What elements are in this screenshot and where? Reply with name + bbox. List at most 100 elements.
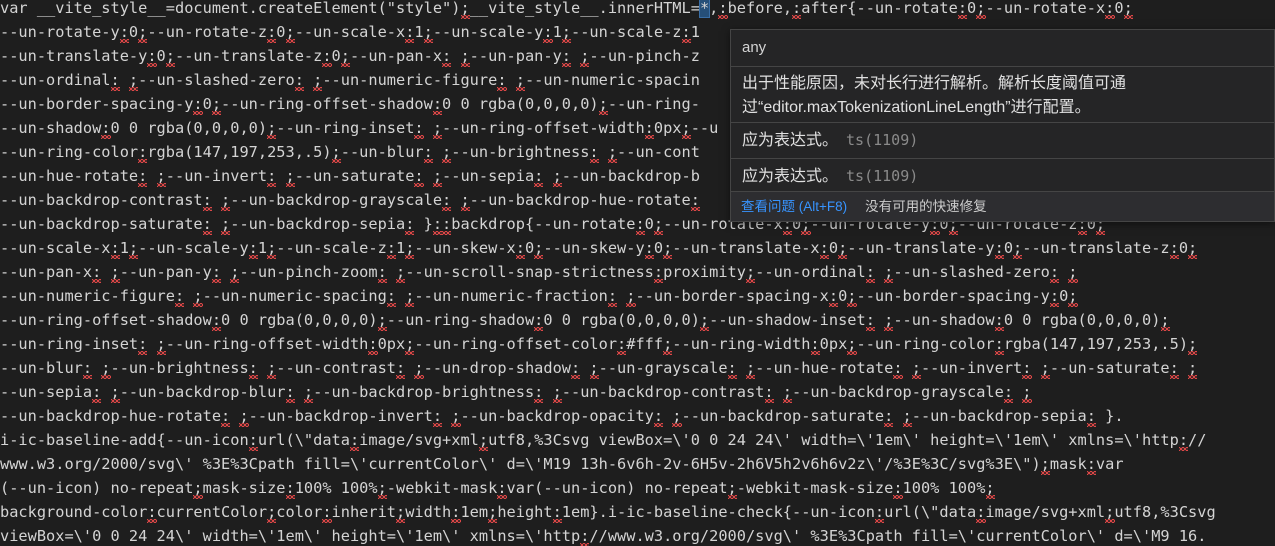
error-squiggle xyxy=(128,87,139,91)
error-squiggle xyxy=(948,231,958,235)
code-line[interactable]: --un-numeric-figure: ;--un-numeric-spaci… xyxy=(0,284,1078,308)
error-squiggle xyxy=(221,231,231,235)
error-squiggle xyxy=(322,63,332,67)
error-squiggle xyxy=(110,87,120,91)
error-squiggle xyxy=(432,111,443,115)
error-squiggle xyxy=(1086,471,1097,475)
error-squiggle xyxy=(598,111,608,115)
error-squiggle xyxy=(764,399,774,403)
error-squiggle xyxy=(230,279,240,283)
error-squiggle xyxy=(405,351,415,355)
error-squiggle xyxy=(1050,303,1060,307)
error-squiggle xyxy=(267,519,277,523)
error-squiggle xyxy=(285,39,295,43)
error-squiggle xyxy=(221,423,231,427)
code-line[interactable]: --un-backdrop-contrast: ;--un-backdrop-g… xyxy=(0,188,700,212)
error-squiggle xyxy=(847,351,857,355)
error-squiggle xyxy=(552,519,562,523)
error-squiggle xyxy=(101,375,111,379)
error-squiggle xyxy=(534,183,544,187)
error-squiggle xyxy=(432,423,443,427)
hover-widget: any 出于性能原因，未对长行进行解析。解析长度阈值可通过“editor.max… xyxy=(730,29,1275,222)
error-squiggle xyxy=(994,255,1004,259)
error-squiggle xyxy=(414,375,424,379)
code-line[interactable]: viewBox=\'0 0 24 24\' width=\'1em\' heig… xyxy=(0,524,1206,546)
error-squiggle xyxy=(202,231,212,235)
error-squiggle xyxy=(128,255,139,259)
code-line[interactable]: --un-ring-inset: ;--un-ring-offset-width… xyxy=(0,332,1197,356)
hover-message: 出于性能原因，未对长行进行解析。解析长度阈值可通过“editor.maxToke… xyxy=(742,75,1127,116)
error-squiggle xyxy=(884,279,894,283)
error-squiggle xyxy=(534,255,544,259)
error-squiggle xyxy=(782,399,793,403)
error-squiggle xyxy=(700,327,710,331)
error-squiggle xyxy=(1188,255,1198,259)
error-squiggle xyxy=(552,183,562,187)
error-squiggle xyxy=(828,303,839,307)
error-squiggle xyxy=(138,39,148,43)
error-squiggle xyxy=(267,183,277,187)
error-squiggle xyxy=(1105,519,1115,523)
error-squiggle xyxy=(488,519,498,523)
error-squiggle xyxy=(571,375,581,379)
diagnostic-code: ts(1109) xyxy=(846,131,919,149)
error-squiggle xyxy=(515,255,526,259)
code-line[interactable]: --un-backdrop-hue-rotate: ;--un-backdrop… xyxy=(0,404,1124,428)
error-squiggle xyxy=(322,519,332,523)
code-line[interactable]: background-color:currentColor;color:inhe… xyxy=(0,500,1216,524)
error-squiggle xyxy=(267,135,277,139)
error-squiggle xyxy=(994,327,1004,331)
error-squiggle xyxy=(396,375,406,379)
error-squiggle xyxy=(1123,15,1133,19)
error-squiggle xyxy=(663,255,673,259)
error-squiggle xyxy=(782,231,793,235)
error-squiggle xyxy=(792,15,802,19)
error-squiggle xyxy=(423,159,433,163)
error-squiggle xyxy=(589,375,599,379)
error-squiggle xyxy=(746,279,756,283)
error-squiggle xyxy=(432,231,443,235)
error-squiggle xyxy=(607,303,618,307)
selected-token[interactable]: * xyxy=(698,0,711,18)
error-squiggle xyxy=(414,183,424,187)
error-squiggle xyxy=(239,423,249,427)
error-squiggle xyxy=(405,303,415,307)
code-line[interactable]: --un-sepia: ;--un-backdrop-blur: ;--un-b… xyxy=(0,380,1031,404)
error-squiggle xyxy=(1169,375,1179,379)
diagnostic-item: 应为表达式。 ts(1109) xyxy=(731,124,1274,156)
code-line[interactable]: --un-border-spacing-y:0;--un-ring-offset… xyxy=(0,92,700,116)
code-line[interactable]: www.w3.org/2000/svg\' %3E%3Cpath fill=\'… xyxy=(0,452,1124,476)
error-squiggle xyxy=(368,351,378,355)
error-squiggle xyxy=(248,255,258,259)
error-squiggle xyxy=(644,135,654,139)
code-line[interactable]: i-ic-baseline-add{--un-icon:url(\"data:i… xyxy=(0,428,1206,452)
code-line[interactable]: --un-hue-rotate: ;--un-invert: ;--un-sat… xyxy=(0,164,700,188)
error-squiggle xyxy=(644,255,654,259)
hover-divider xyxy=(731,122,1274,123)
no-quick-fix-text: 没有可用的快速修复 xyxy=(865,199,987,214)
code-line[interactable]: --un-pan-x: ;--un-pan-y: ;--un-pinch-zoo… xyxy=(0,260,1078,284)
error-squiggle xyxy=(653,231,664,235)
error-squiggle xyxy=(294,87,304,91)
error-squiggle xyxy=(681,39,691,43)
error-squiggle xyxy=(193,495,203,499)
error-squiggle xyxy=(561,39,572,43)
error-squiggle xyxy=(1077,231,1087,235)
code-line[interactable]: --un-ordinal: ;--un-slashed-zero: ;--un-… xyxy=(0,68,700,92)
error-squiggle xyxy=(810,351,820,355)
error-squiggle xyxy=(911,375,922,379)
code-line[interactable]: --un-rotate-y:0;--un-rotate-z:0;--un-sca… xyxy=(0,20,700,44)
error-squiggle xyxy=(165,63,175,67)
error-squiggle xyxy=(460,63,470,67)
error-squiggle xyxy=(847,303,857,307)
error-squiggle xyxy=(267,39,277,43)
error-squiggle xyxy=(617,351,627,355)
error-squiggle xyxy=(460,207,470,211)
error-squiggle xyxy=(101,135,111,139)
error-squiggle xyxy=(432,135,443,139)
error-squiggle xyxy=(442,207,452,211)
error-squiggle xyxy=(865,327,876,331)
error-squiggle xyxy=(543,39,553,43)
error-squiggle xyxy=(460,15,470,19)
view-problem-link[interactable]: 查看问题 (Alt+F8) xyxy=(741,199,847,214)
